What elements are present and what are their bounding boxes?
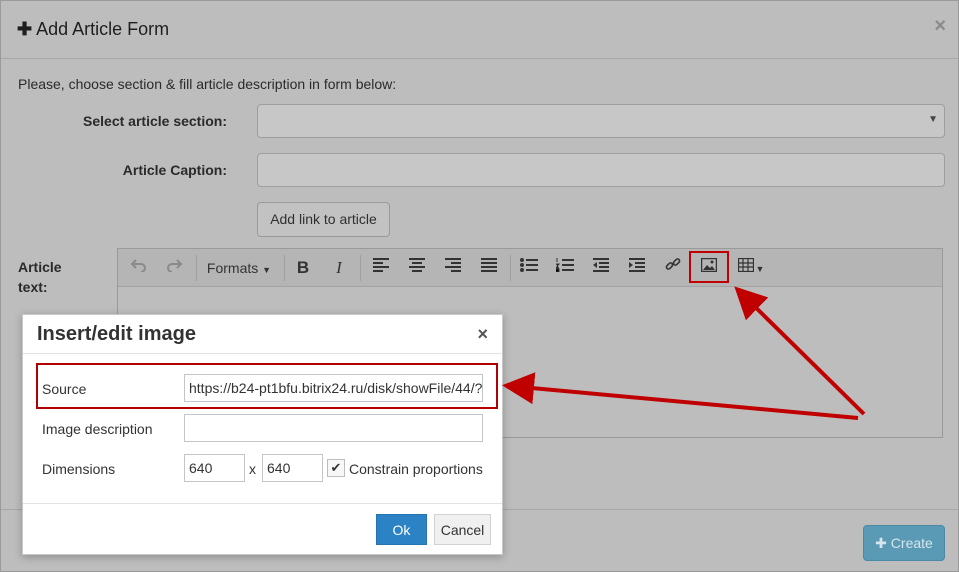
formats-dropdown[interactable]: Formats ▼ bbox=[204, 255, 274, 281]
caret-down-icon: ▼ bbox=[262, 265, 272, 275]
plus-icon: ✚ bbox=[17, 19, 33, 39]
toolbar-divider bbox=[360, 255, 361, 281]
align-center-icon[interactable] bbox=[406, 255, 428, 281]
constrain-checkbox[interactable]: ✔ bbox=[327, 459, 345, 477]
numbered-list-icon[interactable] bbox=[554, 255, 576, 281]
section-select[interactable]: ▼ bbox=[257, 104, 945, 138]
table-icon[interactable]: ▼ bbox=[736, 255, 766, 281]
redo-icon[interactable] bbox=[163, 255, 185, 281]
toolbar-divider bbox=[196, 255, 197, 281]
dialog-footer-divider bbox=[23, 503, 502, 504]
align-left-icon[interactable] bbox=[370, 255, 392, 281]
justify-icon[interactable] bbox=[478, 255, 500, 281]
toolbar-divider bbox=[510, 255, 511, 281]
modal-header: ✚ Add Article Form × bbox=[1, 1, 958, 59]
undo-icon[interactable] bbox=[128, 255, 150, 281]
plus-icon: ✚ bbox=[875, 535, 887, 551]
dialog-header: Insert/edit image × bbox=[23, 315, 502, 354]
source-label: Source bbox=[42, 381, 87, 397]
ok-button[interactable]: Ok bbox=[376, 514, 427, 545]
link-icon[interactable] bbox=[662, 255, 684, 281]
dialog-title: Insert/edit image bbox=[37, 323, 196, 345]
italic-icon[interactable]: I bbox=[328, 255, 350, 281]
insert-image-dialog: Insert/edit image × Source https://b24-p… bbox=[22, 314, 503, 555]
add-link-button[interactable]: Add link to article bbox=[257, 202, 390, 237]
create-button[interactable]: ✚ Create bbox=[863, 525, 945, 561]
modal-title: ✚ Add Article Form bbox=[17, 19, 170, 39]
align-right-icon[interactable] bbox=[442, 255, 464, 281]
description-label: Image description bbox=[42, 421, 153, 437]
section-label: Select article section: bbox=[83, 113, 227, 129]
image-button-highlight bbox=[689, 251, 729, 283]
bullet-list-icon[interactable] bbox=[518, 255, 540, 281]
dimensions-label: Dimensions bbox=[42, 461, 116, 477]
height-input[interactable]: 640 bbox=[262, 454, 323, 482]
chevron-down-icon: ▼ bbox=[928, 114, 938, 125]
indent-icon[interactable] bbox=[626, 255, 648, 281]
modal-close-button[interactable]: × bbox=[934, 15, 946, 38]
dialog-close-button[interactable]: × bbox=[477, 324, 488, 345]
toolbar-divider bbox=[284, 255, 285, 281]
editor-toolbar: Formats ▼ B I ▼ bbox=[118, 249, 942, 287]
checkmark-icon: ✔ bbox=[330, 460, 342, 475]
bold-icon[interactable]: B bbox=[292, 255, 314, 281]
caret-down-icon: ▼ bbox=[755, 264, 765, 274]
width-input[interactable]: 640 bbox=[184, 454, 245, 482]
intro-text: Please, choose section & fill article de… bbox=[18, 76, 397, 92]
constrain-label: Constrain proportions bbox=[349, 461, 483, 477]
caption-input[interactable] bbox=[257, 153, 945, 187]
article-text-label: Article text: bbox=[18, 259, 62, 295]
description-input[interactable] bbox=[184, 414, 483, 442]
source-input[interactable]: https://b24-pt1bfu.bitrix24.ru/disk/show… bbox=[184, 374, 483, 402]
cancel-button[interactable]: Cancel bbox=[434, 514, 491, 545]
caption-label: Article Caption: bbox=[122, 162, 227, 178]
outdent-icon[interactable] bbox=[590, 255, 612, 281]
dimensions-separator: x bbox=[249, 461, 256, 477]
